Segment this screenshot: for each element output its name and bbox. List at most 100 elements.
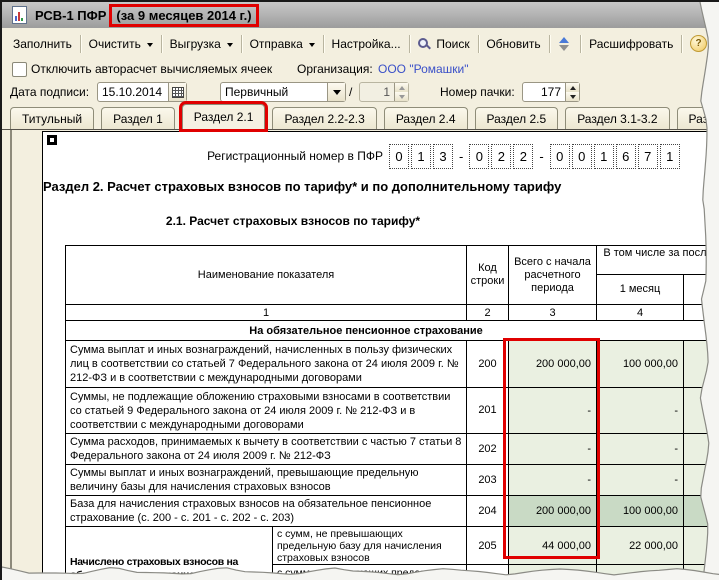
reg-digit-cell[interactable]: 0 [571, 144, 592, 169]
group-split: Начислено страховых взносов на обязатель… [67, 527, 466, 580]
toolbar-button-help-icon[interactable] [683, 32, 719, 55]
group-label: Начислено страховых взносов на обязатель… [67, 527, 273, 580]
group-total-top[interactable]: 44 000,00 [509, 527, 596, 565]
toolbar-button-Отправка[interactable]: Отправка [243, 34, 322, 54]
row-m2-200[interactable] [683, 340, 719, 388]
reg-digit-cell[interactable]: 0 [549, 144, 570, 169]
reg-digit-cell[interactable]: 0 [469, 144, 490, 169]
row-code-200: 200 [466, 340, 509, 388]
reg-digit-cell[interactable]: 2 [513, 144, 534, 169]
group-total-bottom[interactable] [509, 565, 596, 580]
toolbar-button-Выгрузка[interactable]: Выгрузка [163, 34, 240, 54]
sort-icon [559, 36, 570, 52]
subrow-name-partial: с сумм, превышающих предельную [277, 567, 451, 579]
reg-digit-cell[interactable]: 1 [659, 144, 680, 169]
chevron-down-icon[interactable] [327, 83, 345, 101]
reg-digit-cell[interactable]: 6 [615, 144, 636, 169]
calendar-icon[interactable] [168, 83, 186, 101]
row-total-201[interactable]: - [508, 387, 597, 434]
toolbar-button-label: Выгрузка [169, 36, 221, 51]
row-name-201: Суммы, не подлежащие обложению страховым… [65, 387, 467, 434]
tab-Раздел 3.1-3.2[interactable]: Раздел 3.1-3.2 [565, 107, 670, 129]
pack-number-stepper[interactable]: 177 [522, 82, 580, 102]
row-total-200[interactable]: 200 000,00 [508, 340, 597, 388]
tab-Раздел 2.5[interactable]: Раздел 2.5 [474, 107, 559, 129]
table-row-201: Суммы, не подлежащие обложению страховым… [65, 387, 719, 434]
toolbar-button-label: Настройка... [331, 36, 401, 51]
toolbar-button-Поиск[interactable]: Поиск [410, 34, 476, 54]
group-name-cell: Начислено страховых взносов на обязатель… [65, 526, 467, 580]
row-m1-203[interactable]: - [596, 464, 684, 496]
toolbar-button-Обновить[interactable]: Обновить [479, 34, 547, 54]
toolbar: Заполнить Очистить Выгрузка Отправка Настрой… [2, 28, 719, 59]
correction-type-select[interactable]: Первичный [220, 82, 346, 102]
toolbar-button-sort-icon[interactable] [550, 33, 579, 55]
organization-label: Организация: [297, 62, 373, 76]
row-m2-201[interactable] [683, 387, 719, 434]
row-code-202: 202 [466, 433, 509, 465]
dropdown-arrow-icon [146, 42, 153, 47]
tab-Раздел 2.4[interactable]: Раздел 2.4 [383, 107, 468, 129]
dropdown-arrow-icon [226, 42, 233, 47]
group-m1-bottom[interactable] [597, 565, 683, 580]
autocalc-checkbox[interactable] [12, 62, 27, 77]
tab-Раздел 1[interactable]: Раздел 1 [101, 107, 175, 129]
section-header-row: На обязательное пенсионное страхование [64, 320, 719, 341]
row-m2-204[interactable] [683, 495, 719, 527]
tab-Раздел 3.3-3.4[interactable]: Раздел 3.3-3.4 [676, 107, 719, 129]
toolbar-button-Настройка...[interactable]: Настройка... [325, 34, 408, 54]
row-m2-202[interactable] [683, 433, 719, 465]
report-document-icon [12, 6, 27, 24]
tab-Раздел 2.1[interactable]: Раздел 2.1 [181, 104, 266, 129]
group-m2-top[interactable] [684, 527, 719, 565]
content-area: Регистрационный номер в ПФР 013-022-0016… [2, 130, 719, 580]
help-icon [690, 35, 708, 52]
reg-digit-cell[interactable]: 1 [411, 144, 431, 169]
toolbar-button-label: Отправка [249, 36, 303, 51]
toolbar-separator [240, 34, 242, 53]
section-tabs: Титульный Раздел 1 Раздел 2.1 Раздел 2.2-2.… [2, 104, 719, 130]
row-m2-203[interactable] [683, 464, 719, 496]
row-m1-201[interactable]: - [596, 387, 684, 434]
toolbar-button-Расшифровать[interactable]: Расшифровать [582, 34, 680, 54]
sign-date-label: Дата подписи: [10, 85, 90, 99]
header-last-months-span: В том числе за последние три месяца отче… [595, 245, 719, 275]
dropdown-arrow-icon [308, 42, 315, 47]
tab-Раздел 2.2-2.3[interactable]: Раздел 2.2-2.3 [272, 107, 377, 129]
group-m2-bottom[interactable] [684, 565, 719, 580]
organization-value[interactable]: ООО "Ромашки" [378, 62, 469, 76]
stepper-arrows-icon[interactable] [565, 83, 579, 101]
group-total: 44 000,00 [508, 526, 597, 580]
toolbar-button-Очистить[interactable]: Очистить [82, 34, 160, 54]
header-name: Наименование показателя [65, 245, 467, 305]
row-m1-200[interactable]: 100 000,00 [596, 340, 684, 388]
row-name-202: Сумма расходов, принимаемых к вычету в с… [65, 433, 467, 465]
row-total-204[interactable]: 200 000,00 [508, 495, 597, 527]
group-m1-top[interactable]: 22 000,00 [597, 527, 683, 565]
reg-digit-cell[interactable]: 1 [593, 144, 614, 169]
table-row-group-205: Начислено страховых взносов на обязатель… [65, 526, 719, 580]
toolbar-button-Заполнить[interactable]: Заполнить [6, 34, 79, 54]
group-m1: 22 000,00 [596, 526, 684, 580]
row-code-201: 201 [466, 387, 509, 434]
toolbar-separator [477, 34, 479, 53]
reg-digit-cell[interactable]: 7 [637, 144, 658, 169]
toolbar-separator [548, 34, 550, 53]
sign-date-input[interactable]: 15.10.2014 [97, 82, 187, 102]
reg-digit-cell[interactable]: 0 [389, 144, 409, 169]
reg-digit-cell[interactable]: 2 [491, 144, 512, 169]
row-total-202[interactable]: - [508, 433, 597, 465]
row-name-200: Сумма выплат и иных вознаграждений, начи… [65, 340, 467, 388]
pack-number-value: 177 [540, 85, 561, 99]
toolbar-button-label: Обновить [486, 36, 541, 51]
group-subcolumn: с сумм, не превышающих предельную базу д… [273, 528, 466, 580]
row-name-203: Суммы выплат и иных вознаграждений, прев… [65, 464, 467, 496]
row-total-203[interactable]: - [508, 464, 597, 496]
row-m1-204[interactable]: 100 000,00 [596, 495, 684, 527]
subrow-name-205: с сумм, не превышающих предельную базу д… [273, 528, 466, 565]
tab-Титульный[interactable]: Титульный [10, 107, 95, 129]
window: РСВ-1 ПФР (за 9 месяцев 2014 г.) Заполни… [0, 0, 719, 580]
row-m1-202[interactable]: - [596, 433, 684, 465]
reg-digit-cell[interactable]: 3 [433, 144, 453, 169]
report-sheet: Регистрационный номер в ПФР 013-022-0016… [42, 131, 719, 580]
